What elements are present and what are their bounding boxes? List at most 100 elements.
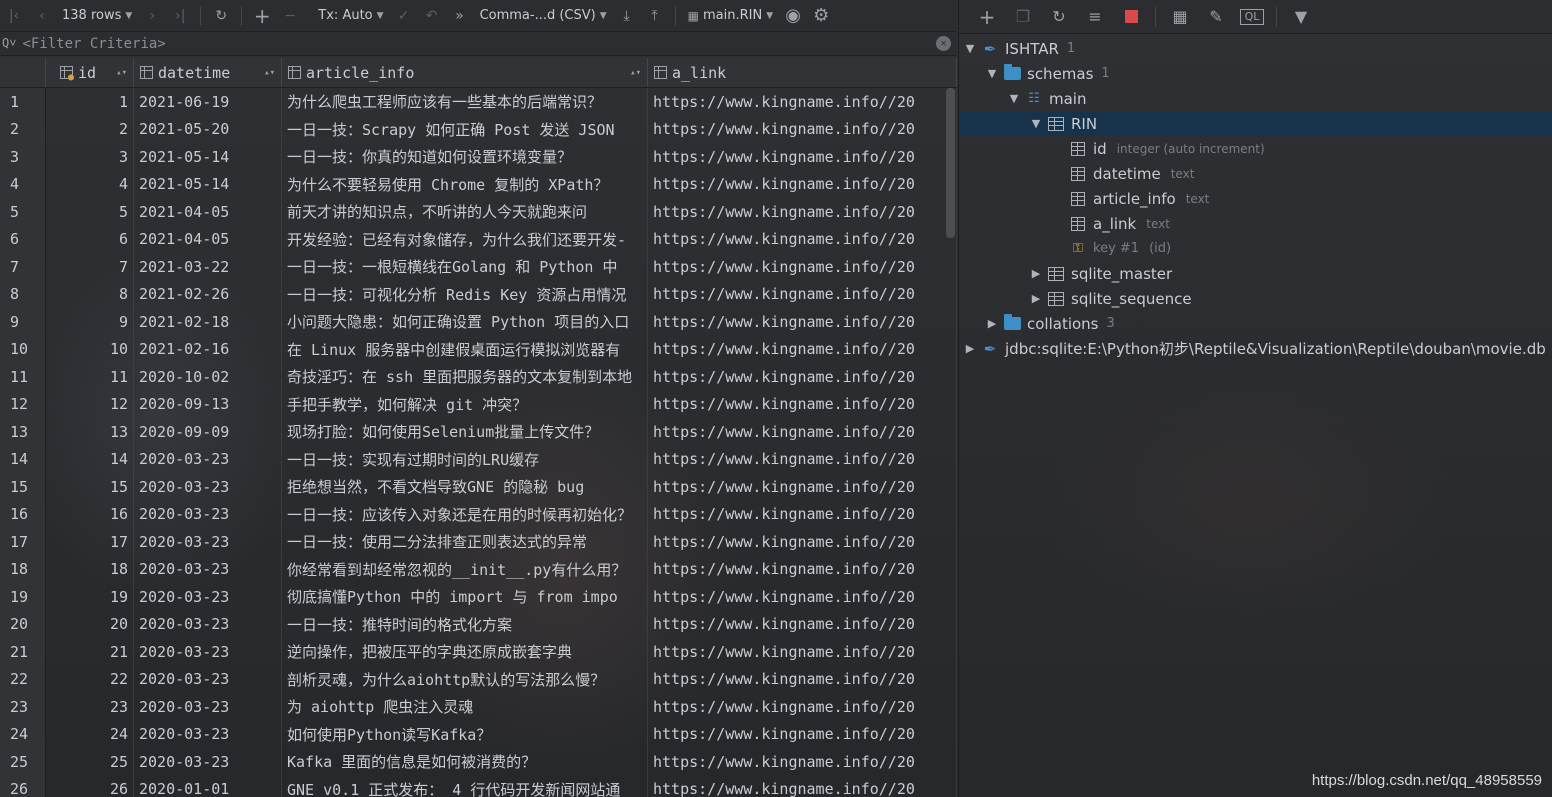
row-number-cell[interactable]: 20 <box>0 610 46 638</box>
expand-arrow-icon[interactable]: ▼ <box>985 67 999 80</box>
cell-id[interactable]: 17 <box>46 528 134 556</box>
tree-node-table-rin[interactable]: ▼ RIN <box>959 111 1552 136</box>
cell-article-info[interactable]: 一日一技：可视化分析 Redis Key 资源占用情况 <box>282 280 648 308</box>
cell-article-info[interactable]: 如何使用Python读写Kafka？ <box>282 720 648 748</box>
expand-arrow-icon[interactable]: ▼ <box>1029 117 1043 130</box>
close-icon[interactable]: ✕ <box>936 36 951 51</box>
cell-a-link[interactable]: https://www.kingname.info//20 <box>648 225 957 253</box>
edit-icon[interactable]: ✎ <box>1204 5 1228 29</box>
cell-a-link[interactable]: https://www.kingname.info//20 <box>648 583 957 611</box>
tree-node-key[interactable]: ⚿ key #1 (id) <box>959 236 1552 261</box>
table-row[interactable]: 24 24 2020-03-23 如何使用Python读写Kafka？ https://… <box>0 720 957 748</box>
cell-datetime[interactable]: 2021-02-16 <box>134 335 282 363</box>
sort-icon[interactable]: ▴▾ <box>630 68 641 78</box>
prev-page-icon[interactable]: ‹ <box>30 4 54 28</box>
cell-id[interactable]: 7 <box>46 253 134 281</box>
cell-datetime[interactable]: 2021-04-05 <box>134 198 282 226</box>
tree-node-datasource[interactable]: ▼ ✒ ISHTAR 1 <box>959 36 1552 61</box>
cell-a-link[interactable]: https://www.kingname.info//20 <box>648 610 957 638</box>
cell-id[interactable]: 22 <box>46 665 134 693</box>
row-number-cell[interactable]: 19 <box>0 583 46 611</box>
cell-id[interactable]: 24 <box>46 720 134 748</box>
cell-a-link[interactable]: https://www.kingname.info//20 <box>648 308 957 336</box>
table-row[interactable]: 26 26 2020-01-01 GNE v0.1 正式发布： 4 行代码开发新闻网站… <box>0 775 957 797</box>
tree-node-connection[interactable]: ▶ ✒ jdbc:sqlite:E:\Python初步\Reptile&Visu… <box>959 336 1552 361</box>
table-row[interactable]: 15 15 2020-03-23 拒绝想当然，不看文档导致GNE 的隐秘 bug htt… <box>0 473 957 501</box>
row-number-cell[interactable]: 24 <box>0 720 46 748</box>
cell-datetime[interactable]: 2020-03-23 <box>134 665 282 693</box>
cell-a-link[interactable]: https://www.kingname.info//20 <box>648 445 957 473</box>
rows-count-dropdown[interactable]: 138 rows ▼ <box>62 8 132 23</box>
table-row[interactable]: 11 11 2020-10-02 奇技淫巧：在 ssh 里面把服务器的文本复制到本地 h… <box>0 363 957 391</box>
table-row[interactable]: 23 23 2020-03-23 为 aiohttp 爬虫注入灵魂 https://ww… <box>0 693 957 721</box>
cell-datetime[interactable]: 2021-05-20 <box>134 115 282 143</box>
add-icon[interactable]: + <box>975 5 999 29</box>
row-number-cell[interactable]: 13 <box>0 418 46 446</box>
cell-datetime[interactable]: 2021-05-14 <box>134 170 282 198</box>
cell-id[interactable]: 12 <box>46 390 134 418</box>
cell-datetime[interactable]: 2020-03-23 <box>134 720 282 748</box>
row-number-cell[interactable]: 4 <box>0 170 46 198</box>
table-row[interactable]: 7 7 2021-03-22 一日一技：一根短横线在Golang 和 Python 中… <box>0 253 957 281</box>
cell-a-link[interactable]: https://www.kingname.info//20 <box>648 390 957 418</box>
row-number-cell[interactable]: 14 <box>0 445 46 473</box>
table-row[interactable]: 8 8 2021-02-26 一日一技：可视化分析 Redis Key 资源占用情况 h… <box>0 280 957 308</box>
row-number-cell[interactable]: 16 <box>0 500 46 528</box>
cell-article-info[interactable]: 在 Linux 服务器中创建假桌面运行模拟浏览器有 <box>282 335 648 363</box>
cell-id[interactable]: 13 <box>46 418 134 446</box>
expand-arrow-icon[interactable]: ▶ <box>963 342 977 355</box>
table-row[interactable]: 17 17 2020-03-23 一日一技：使用二分法排查正则表达式的异常 https:… <box>0 528 957 556</box>
cell-a-link[interactable]: https://www.kingname.info//20 <box>648 473 957 501</box>
cell-article-info[interactable]: 拒绝想当然，不看文档导致GNE 的隐秘 bug <box>282 473 648 501</box>
cell-datetime[interactable]: 2020-03-23 <box>134 473 282 501</box>
cell-datetime[interactable]: 2020-03-23 <box>134 583 282 611</box>
tree-node-sqlite-sequence[interactable]: ▶ sqlite_sequence <box>959 286 1552 311</box>
cell-id[interactable]: 18 <box>46 555 134 583</box>
export-icon[interactable]: ⤓ <box>615 4 639 28</box>
table-row[interactable]: 5 5 2021-04-05 前天才讲的知识点，不听讲的人今天就跑来问 https://… <box>0 198 957 226</box>
export-format-dropdown[interactable]: Comma-...d (CSV) ▼ <box>480 8 607 23</box>
cell-article-info[interactable]: GNE v0.1 正式发布： 4 行代码开发新闻网站通 <box>282 775 648 797</box>
cell-datetime[interactable]: 2020-03-23 <box>134 610 282 638</box>
cell-datetime[interactable]: 2020-10-02 <box>134 363 282 391</box>
cell-id[interactable]: 20 <box>46 610 134 638</box>
cell-id[interactable]: 9 <box>46 308 134 336</box>
cell-a-link[interactable]: https://www.kingname.info//20 <box>648 88 957 116</box>
cell-article-info[interactable]: 一日一技：Scrapy 如何正确 Post 发送 JSON <box>282 115 648 143</box>
tree-node-schemas[interactable]: ▼ schemas 1 <box>959 61 1552 86</box>
sort-icon[interactable]: ▴▾ <box>116 68 127 78</box>
cell-datetime[interactable]: 2020-03-23 <box>134 555 282 583</box>
cell-id[interactable]: 4 <box>46 170 134 198</box>
row-number-cell[interactable]: 17 <box>0 528 46 556</box>
row-number-cell[interactable]: 23 <box>0 693 46 721</box>
cell-article-info[interactable]: 一日一技：实现有过期时间的LRU缓存 <box>282 445 648 473</box>
row-number-cell[interactable]: 12 <box>0 390 46 418</box>
tree-node-column[interactable]: article_info text <box>959 186 1552 211</box>
last-page-icon[interactable]: ›| <box>168 4 192 28</box>
cell-id[interactable]: 19 <box>46 583 134 611</box>
table-row[interactable]: 22 22 2020-03-23 剖析灵魂，为什么aiohttp默认的写法那么慢？ ht… <box>0 665 957 693</box>
expand-arrow-icon[interactable]: ▶ <box>985 317 999 330</box>
cell-article-info[interactable]: 一日一技：一根短横线在Golang 和 Python 中 <box>282 253 648 281</box>
cell-a-link[interactable]: https://www.kingname.info//20 <box>648 363 957 391</box>
column-header-article-info[interactable]: article_info ▴▾ <box>282 58 648 87</box>
cell-article-info[interactable]: Kafka 里面的信息是如何被消费的？ <box>282 748 648 776</box>
cell-a-link[interactable]: https://www.kingname.info//20 <box>648 555 957 583</box>
cell-a-link[interactable]: https://www.kingname.info//20 <box>648 115 957 143</box>
column-header-datetime[interactable]: datetime ▴▾ <box>134 58 282 87</box>
tree-node-collations[interactable]: ▶ collations 3 <box>959 311 1552 336</box>
cell-datetime[interactable]: 2020-09-13 <box>134 390 282 418</box>
row-number-cell[interactable]: 22 <box>0 665 46 693</box>
row-number-cell[interactable]: 1 <box>0 88 46 116</box>
cell-a-link[interactable]: https://www.kingname.info//20 <box>648 748 957 776</box>
cell-a-link[interactable]: https://www.kingname.info//20 <box>648 665 957 693</box>
filter-input[interactable]: <Filter Criteria> <box>22 36 165 52</box>
cell-article-info[interactable]: 彻底搞懂Python 中的 import 与 from impo <box>282 583 648 611</box>
row-number-cell[interactable]: 11 <box>0 363 46 391</box>
more-icon[interactable]: » <box>448 4 472 28</box>
cell-a-link[interactable]: https://www.kingname.info//20 <box>648 418 957 446</box>
row-number-cell[interactable]: 10 <box>0 335 46 363</box>
cell-a-link[interactable]: https://www.kingname.info//20 <box>648 528 957 556</box>
cell-id[interactable]: 1 <box>46 88 134 116</box>
cell-datetime[interactable]: 2020-01-01 <box>134 775 282 797</box>
